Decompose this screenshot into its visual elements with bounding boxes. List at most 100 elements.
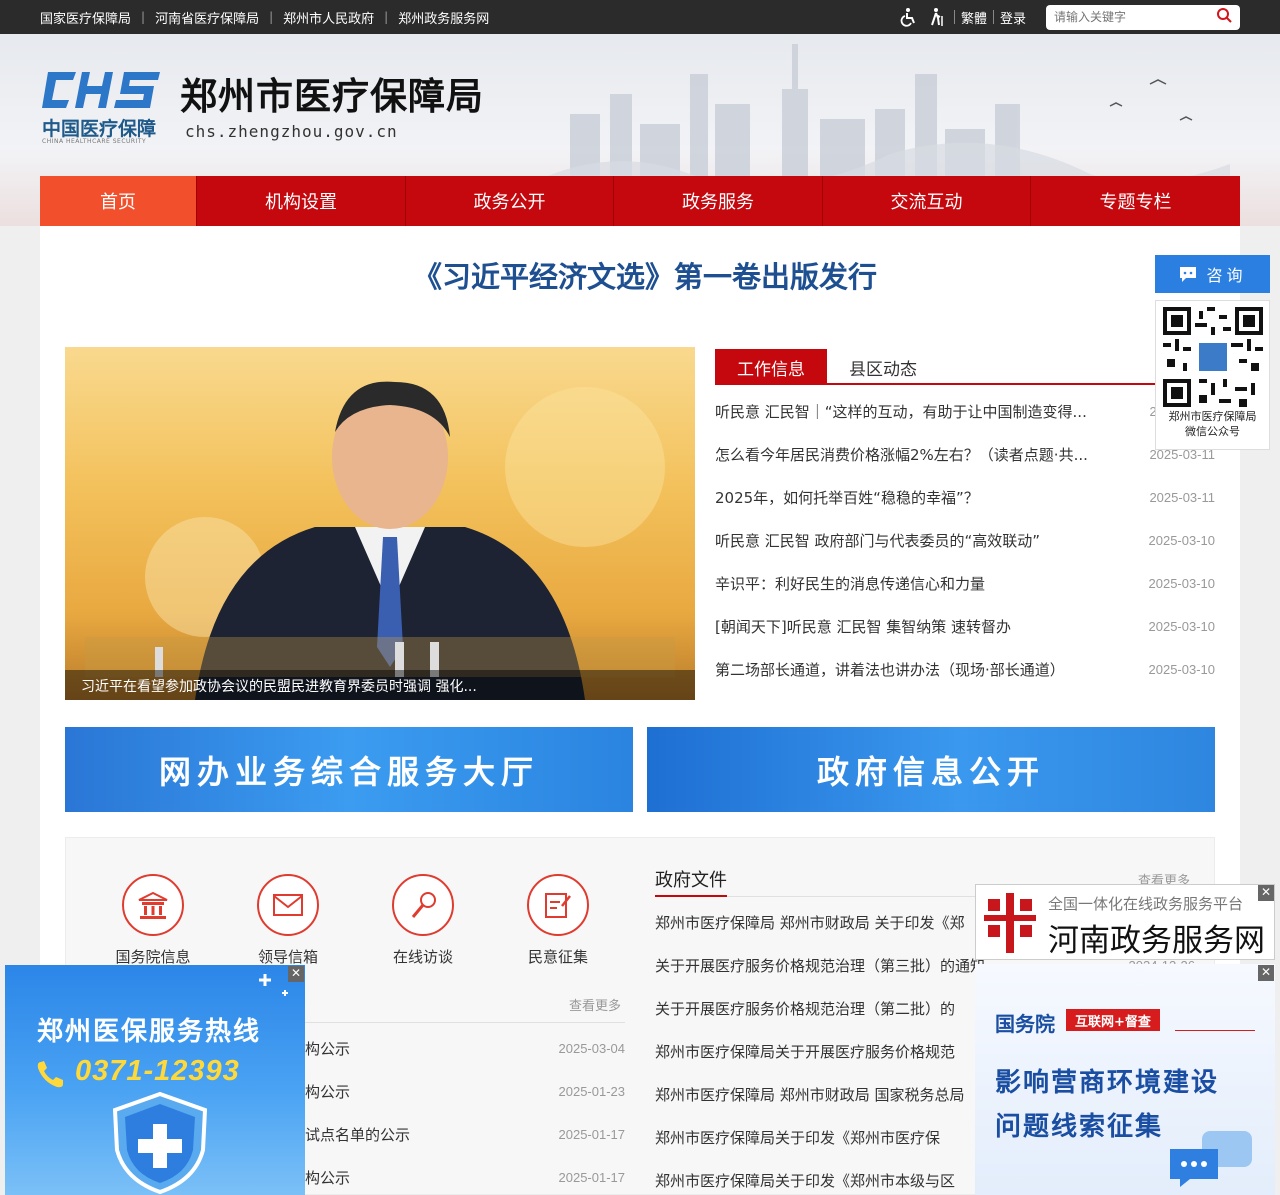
headline-link[interactable]: 《习近平经济文选》第一卷出版发行 xyxy=(0,254,1280,296)
notice-row[interactable]: 构公示 2025-01-23 xyxy=(305,1070,625,1113)
news-title[interactable]: 怎么看今年居民消费价格涨幅2%左右？（读者点题·共... xyxy=(715,444,1125,465)
divider xyxy=(1175,1030,1255,1031)
divider: | xyxy=(269,10,274,24)
hotline-popup[interactable]: 郑州医保服务热线 0371-12393 xyxy=(5,965,305,1195)
quick-link-state-council[interactable]: 国务院信息 xyxy=(108,874,198,967)
news-date: 2025-03-10 xyxy=(1148,533,1216,548)
close-gov-popup-button[interactable]: ✕ xyxy=(1258,965,1274,981)
news-row[interactable]: 怎么看今年居民消费价格涨幅2%左右？（读者点题·共... 2025-03-11 xyxy=(715,433,1215,476)
news-tabs: 工作信息 县区动态 xyxy=(715,349,1215,385)
state-council-supervision-popup[interactable]: 国务院 互联网+督查 影响营商环境建设 问题线索征集 xyxy=(975,964,1275,1195)
notice-title[interactable]: 构公示 xyxy=(305,1081,505,1102)
divider xyxy=(992,10,994,24)
news-row[interactable]: 听民意 汇民智｜“这样的互动，有助于让中国制造变得...2025-03-11 xyxy=(715,390,1215,433)
news-date: 2025-03-10 xyxy=(1148,619,1216,634)
notice-title[interactable]: 试点名单的公示 xyxy=(305,1124,505,1145)
microphone-icon xyxy=(392,874,454,936)
notice-date: 2025-01-23 xyxy=(558,1084,626,1099)
notice-title[interactable]: 构公示 xyxy=(305,1167,505,1188)
link-zhengzhou-government[interactable]: 郑州市人民政府 xyxy=(283,8,374,27)
news-date: 2025-03-11 xyxy=(1149,490,1215,505)
nav-home[interactable]: 首页 xyxy=(40,176,197,226)
nav-government-services[interactable]: 政务服务 xyxy=(614,176,823,226)
henan-popup-title: 河南政务服务网 xyxy=(1048,923,1265,959)
henan-service-popup[interactable]: 全国一体化在线政务服务平台 河南政务服务网 xyxy=(975,884,1275,960)
login-link[interactable]: 登录 xyxy=(1000,8,1026,27)
shield-medical-icon xyxy=(112,1091,208,1195)
gov-popup-tag: 互联网+督查 xyxy=(1066,1009,1160,1031)
nav-interaction[interactable]: 交流互动 xyxy=(823,176,1031,226)
top-right-tools: 繁體 登录 xyxy=(898,4,1240,30)
nav-government-affairs-open[interactable]: 政务公开 xyxy=(406,176,614,226)
online-service-hall-banner[interactable]: 网办业务综合服务大厅 xyxy=(65,727,633,812)
quick-link-label: 领导信箱 xyxy=(257,948,318,966)
gov-info-disclosure-banner[interactable]: 政府信息公开 xyxy=(647,727,1215,812)
news-title[interactable]: 2025年，如何托举百姓“稳稳的幸福”？ xyxy=(715,487,1125,508)
wheelchair-accessibility-icon[interactable] xyxy=(898,6,920,28)
quick-link-public-opinion[interactable]: 民意征集 xyxy=(513,874,603,967)
tab-work-info[interactable]: 工作信息 xyxy=(715,349,827,385)
close-hotline-popup-button[interactable]: ✕ xyxy=(288,966,304,982)
featured-photo[interactable]: 习近平在看望参加政协会议的民盟民进教育界委员时强调 强化... xyxy=(65,347,695,700)
news-row[interactable]: 第二场部长通道，讲着法也讲办法（现场·部长通道） 2025-03-10 xyxy=(715,648,1215,691)
news-list: 听民意 汇民智｜“这样的互动，有助于让中国制造变得...2025-03-11 怎… xyxy=(715,390,1215,691)
divider xyxy=(655,895,727,897)
gov-popup-line2: 问题线索征集 xyxy=(995,1112,1164,1142)
mail-icon xyxy=(257,874,319,936)
qr-caption-name: 郑州市医疗保障局 xyxy=(1168,410,1257,423)
traditional-chinese-toggle[interactable]: 繁體 xyxy=(961,8,987,27)
logo-chinese-text: 中国医疗保障 xyxy=(42,118,157,140)
link-henan-healthcare-security[interactable]: 河南省医疗保障局 xyxy=(155,8,259,27)
news-date: 2025-03-10 xyxy=(1148,576,1216,591)
phone-icon xyxy=(37,1061,63,1088)
tab-county-news[interactable]: 县区动态 xyxy=(827,349,939,385)
chat-bubbles-icon xyxy=(1170,1131,1252,1187)
news-title[interactable]: 听民意 汇民智 政府部门与代表委员的“高效联动” xyxy=(715,530,1125,551)
news-row[interactable]: 听民意 汇民智 政府部门与代表委员的“高效联动” 2025-03-10 xyxy=(715,519,1215,562)
top-links: 国家医疗保障局 | 河南省医疗保障局 | 郑州市人民政府 | 郑州政务服务网 xyxy=(40,0,489,34)
notice-row[interactable]: 试点名单的公示 2025-01-17 xyxy=(305,1113,625,1156)
search-input[interactable] xyxy=(1054,10,1216,24)
site-title: 郑州市医疗保障局 xyxy=(180,74,484,118)
henan-popup-subtitle: 全国一体化在线政务服务平台 xyxy=(1048,895,1244,913)
quick-link-leader-mailbox[interactable]: 领导信箱 xyxy=(243,874,333,967)
hotline-phone: 0371-12393 xyxy=(75,1055,240,1087)
notice-date: 2025-03-04 xyxy=(558,1041,626,1056)
nav-special-topics[interactable]: 专题专栏 xyxy=(1031,176,1240,226)
consult-button[interactable]: 咨询 xyxy=(1155,255,1270,293)
news-row[interactable]: 2025年，如何托举百姓“稳稳的幸福”？ 2025-03-11 xyxy=(715,476,1215,519)
elderly-mode-icon[interactable] xyxy=(926,6,948,28)
photo-caption[interactable]: 习近平在看望参加政协会议的民盟民进教育界委员时强调 强化... xyxy=(65,670,695,700)
news-title[interactable]: 第二场部长通道，讲着法也讲办法（现场·部长通道） xyxy=(715,659,1125,680)
consult-label: 咨询 xyxy=(1206,266,1247,285)
quick-link-online-interview[interactable]: 在线访谈 xyxy=(378,874,468,967)
notice-row[interactable]: 构公示 2025-03-04 xyxy=(305,1027,625,1070)
edit-form-icon xyxy=(527,874,589,936)
state-council-icon xyxy=(122,874,184,936)
news-title[interactable]: 听民意 汇民智｜“这样的互动，有助于让中国制造变得... xyxy=(715,401,1125,422)
hotline-title: 郑州医保服务热线 xyxy=(37,1017,262,1047)
notice-date: 2025-01-17 xyxy=(558,1170,626,1185)
link-zhengzhou-service-net[interactable]: 郑州政务服务网 xyxy=(398,8,489,27)
notices-list: 构公示 2025-03-04 构公示 2025-01-23 试点名单的公示 2025-… xyxy=(305,1027,625,1195)
featured-photo-image xyxy=(85,381,675,700)
quick-link-label: 国务院信息 xyxy=(115,948,191,966)
news-row[interactable]: 辛识平：利好民生的消息传递信心和力量 2025-03-10 xyxy=(715,562,1215,605)
notice-row[interactable]: 构公示 2025-01-17 xyxy=(305,1156,625,1195)
news-row[interactable]: [朝闻天下]听民意 汇民智 集智纳策 速转督办 2025-03-10 xyxy=(715,605,1215,648)
logo-english-text: CHINA HEALTHCARE SECURITY xyxy=(42,138,147,145)
chs-logo-icon xyxy=(42,72,160,108)
news-title[interactable]: 辛识平：利好民生的消息传递信心和力量 xyxy=(715,573,1125,594)
close-henan-popup-button[interactable]: ✕ xyxy=(1258,885,1274,901)
link-national-healthcare-security[interactable]: 国家医疗保障局 xyxy=(40,8,131,27)
gov-popup-brand: 国务院 xyxy=(995,1012,1055,1036)
search-box xyxy=(1046,4,1240,30)
nav-organization[interactable]: 机构设置 xyxy=(197,176,406,226)
notice-title[interactable]: 构公示 xyxy=(305,1038,505,1059)
divider: | xyxy=(141,10,146,24)
news-title[interactable]: [朝闻天下]听民意 汇民智 集智纳策 速转督办 xyxy=(715,616,1125,637)
notices-more-link[interactable]: 查看更多 xyxy=(569,995,621,1014)
search-icon[interactable] xyxy=(1216,7,1232,27)
main-nav: 首页 机构设置 政务公开 政务服务 交流互动 专题专栏 xyxy=(40,176,1240,226)
gov-popup-line1: 影响营商环境建设 xyxy=(995,1068,1220,1098)
